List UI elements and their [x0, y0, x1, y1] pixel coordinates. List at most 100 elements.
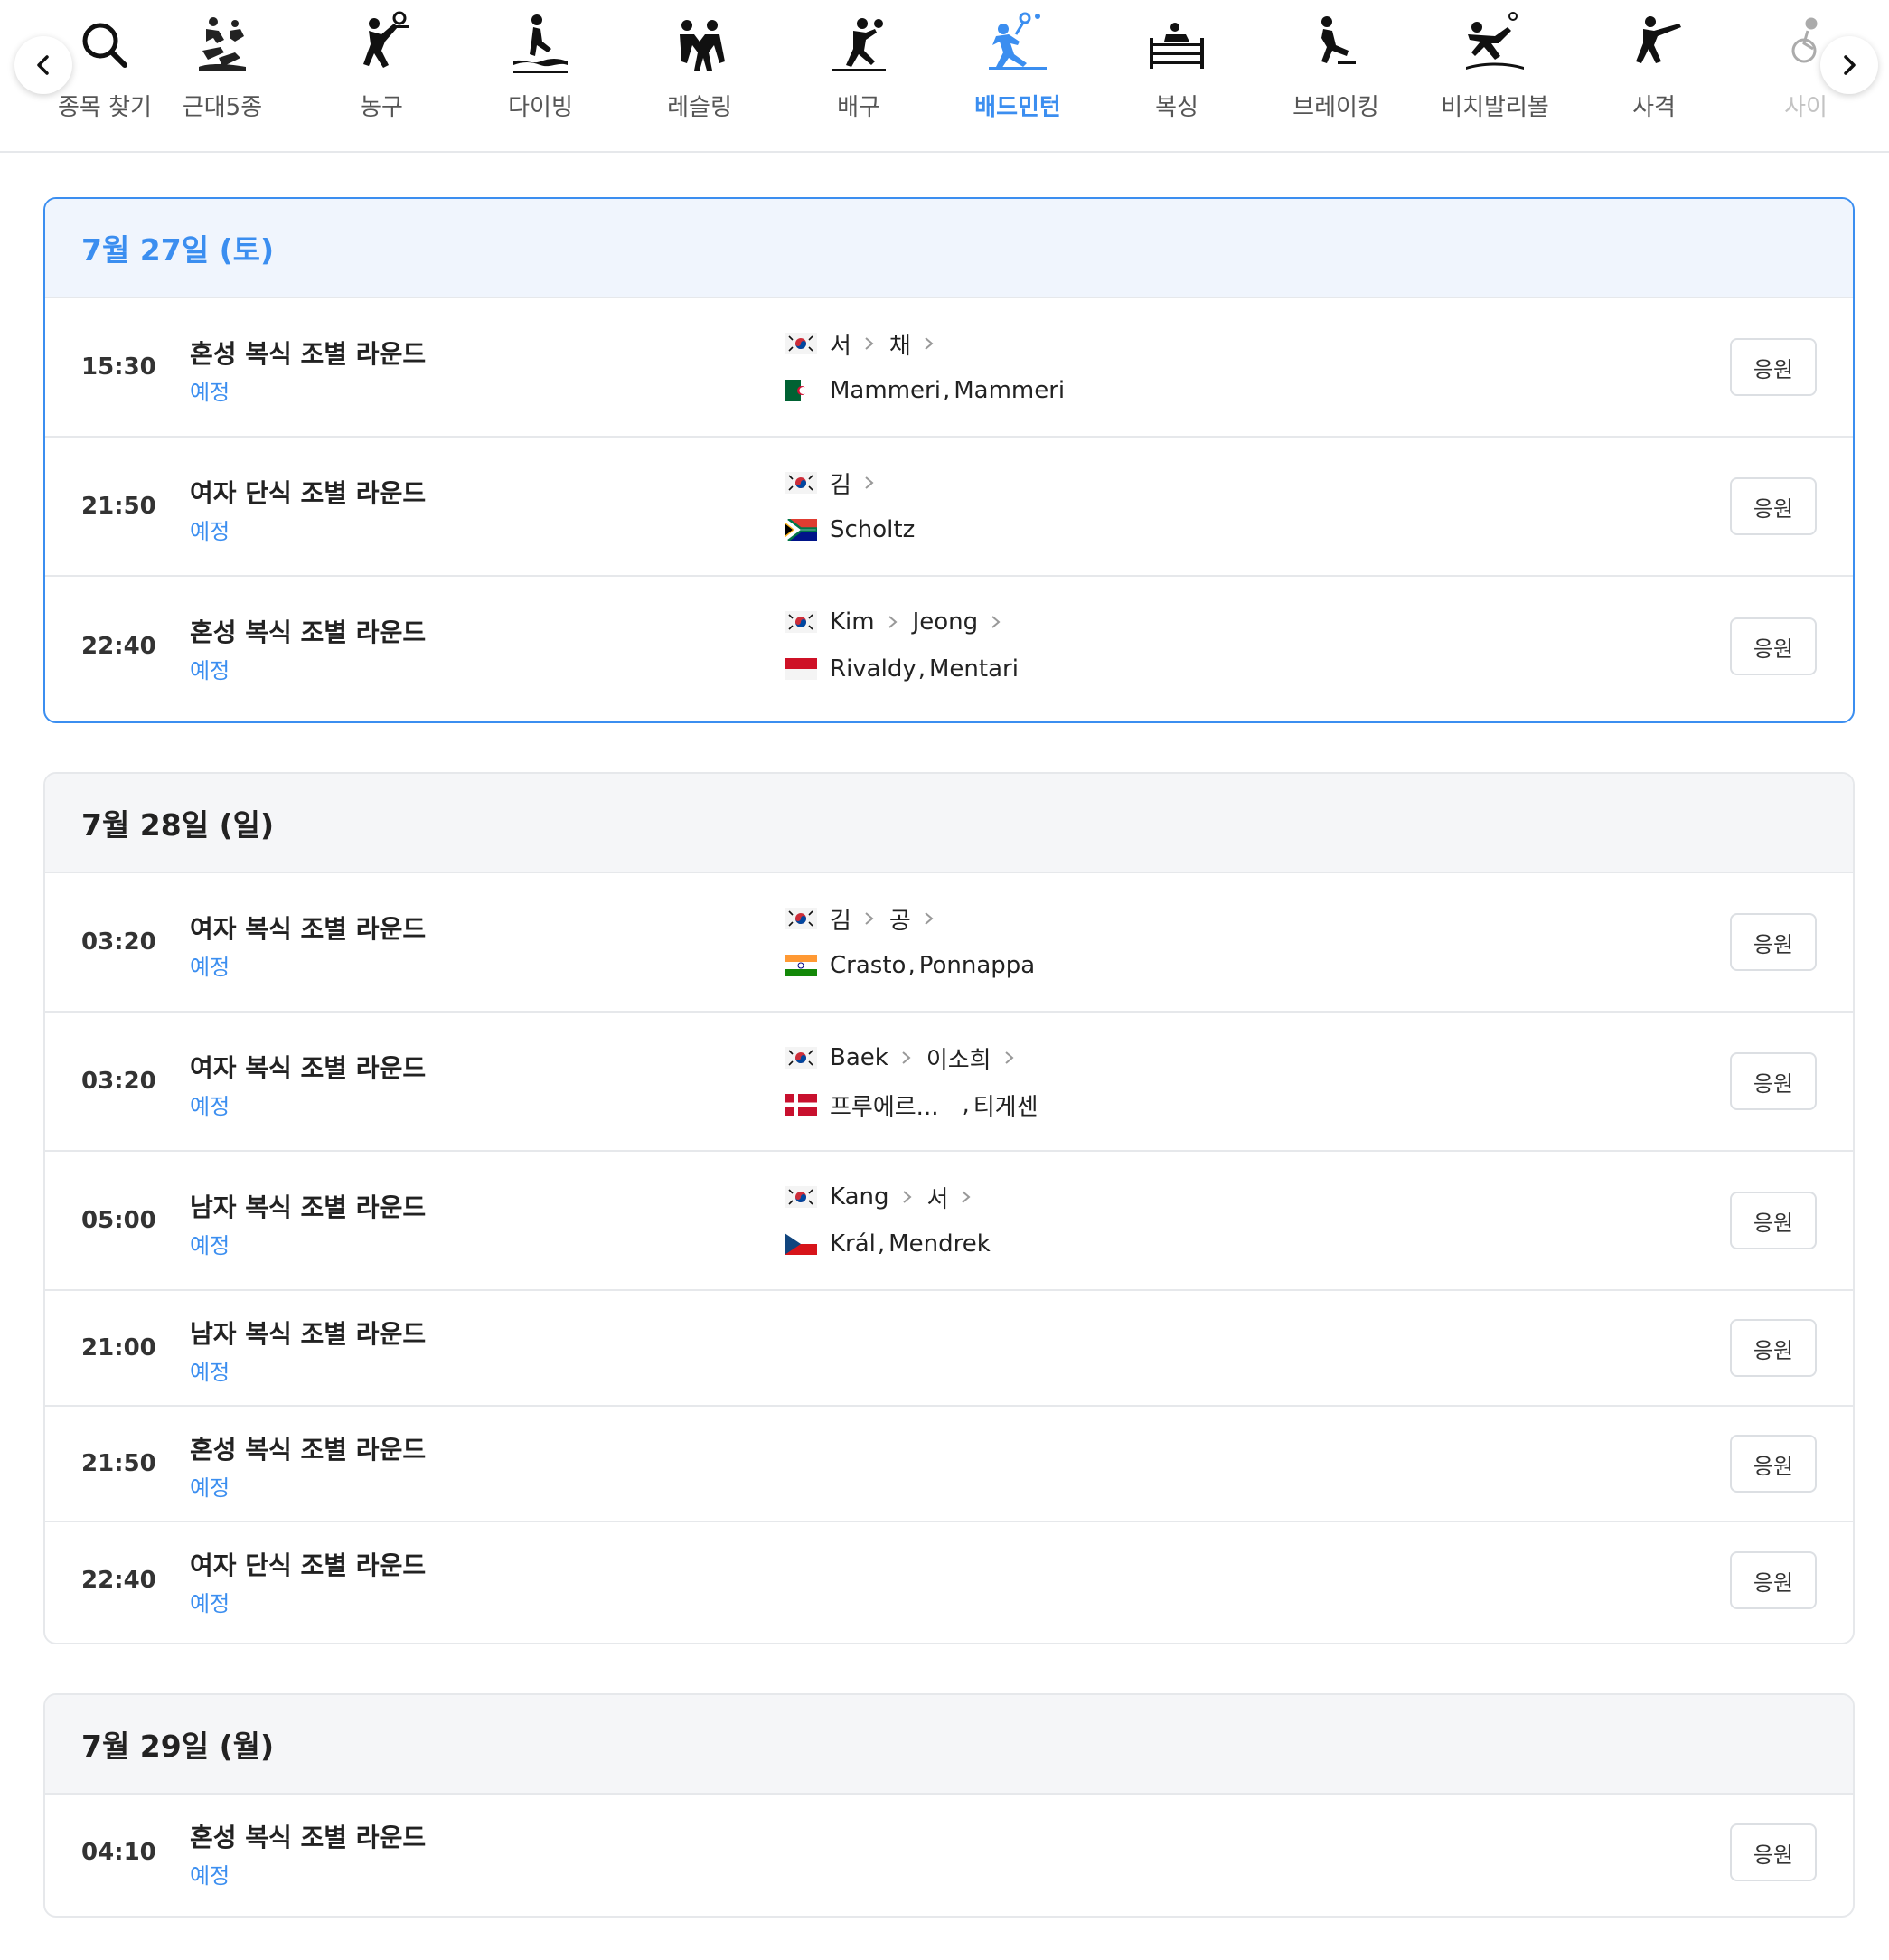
chevron-right-icon [862, 333, 877, 354]
player-name: Mendrek [888, 1230, 991, 1258]
cheer-button[interactable]: 응원 [1730, 1192, 1817, 1249]
day-header: 7월 29일 (월) [45, 1695, 1853, 1795]
match-event: 남자 복식 조별 라운드 [190, 1192, 427, 1222]
match-status: 예정 [190, 1863, 230, 1889]
nav-prev-button[interactable] [14, 36, 72, 94]
korea-flag-icon [785, 1186, 817, 1208]
player-name[interactable]: Jeong [913, 608, 979, 636]
sport-label: 복싱 [1155, 94, 1198, 121]
south-africa-flag-icon [785, 519, 817, 541]
sport-label: 근대5종 [182, 94, 263, 121]
basketball-icon [347, 11, 416, 80]
player-name[interactable]: 공 [889, 902, 911, 936]
breaking-icon [1302, 11, 1370, 80]
team-row: Crasto, Ponnappa [785, 947, 1035, 984]
player-name: Mammeri [830, 377, 941, 404]
cheer-button[interactable]: 응원 [1730, 1052, 1817, 1110]
player-name[interactable]: Kang [830, 1183, 889, 1211]
cheer-button[interactable]: 응원 [1730, 913, 1817, 971]
separator: , [942, 377, 951, 404]
boxing-icon [1142, 11, 1211, 80]
cheer-button[interactable]: 응원 [1730, 1435, 1817, 1493]
player-name[interactable]: 김 [830, 466, 851, 500]
diving-icon [506, 11, 575, 80]
match-status: 예정 [190, 955, 230, 980]
cheer-button[interactable]: 응원 [1730, 338, 1817, 396]
player-name[interactable]: 김 [830, 902, 851, 936]
sport-strip: 종목 찾기 근대5종 농구 다이빙 레슬링 배구 배드민턴 복싱 브레이킹 비치… [0, 0, 1889, 149]
team-row: Kim Jeong [785, 604, 1016, 640]
sport-item-boxing[interactable]: 복싱 [1104, 0, 1249, 149]
sport-item-volleyball[interactable]: 배구 [786, 0, 931, 149]
korea-flag-icon [785, 472, 817, 494]
match-status: 예정 [190, 380, 230, 405]
team-row: Mammeri, Mammeri [785, 372, 1065, 409]
day-title: 7월 27일 (토) [81, 232, 275, 268]
player-name[interactable]: Baek [830, 1044, 888, 1071]
cheer-button[interactable]: 응원 [1730, 617, 1817, 675]
separator: , [917, 655, 926, 683]
sport-label: 다이빙 [508, 94, 573, 121]
player-name[interactable]: 서 [927, 1181, 949, 1214]
sport-label: 비치발리볼 [1441, 94, 1549, 121]
cheer-button[interactable]: 응원 [1730, 1319, 1817, 1377]
player-name[interactable]: 이소희 [926, 1041, 991, 1075]
match-time: 22:40 [81, 633, 156, 660]
day-section: 7월 29일 (월) 04:10 혼성 복식 조별 라운드 예정 응원 [43, 1693, 1855, 1918]
chevron-right-icon [1844, 55, 1856, 75]
czech-flag-icon [785, 1233, 817, 1255]
chevron-right-icon [900, 1186, 915, 1208]
sport-item-basketball[interactable]: 농구 [309, 0, 454, 149]
team-row: Scholtz [785, 512, 915, 548]
sport-item-breaking[interactable]: 브레이킹 [1264, 0, 1408, 149]
sport-item-modern-pentathlon[interactable]: 근대5종 [150, 0, 295, 149]
cheer-button[interactable]: 응원 [1730, 1823, 1817, 1881]
wrestling-icon [665, 11, 734, 80]
sport-item-wrestling[interactable]: 레슬링 [627, 0, 772, 149]
match-status: 예정 [190, 1094, 230, 1119]
player-name: Rivaldy [830, 655, 916, 683]
algeria-flag-icon [785, 380, 817, 401]
match-time: 04:10 [81, 1839, 156, 1866]
korea-flag-icon [785, 908, 817, 929]
match-event: 여자 단식 조별 라운드 [190, 1550, 427, 1580]
player-name: 프루에르... [830, 1093, 939, 1121]
player-name[interactable]: 서 [830, 327, 851, 361]
chevron-right-icon [862, 472, 877, 494]
match-row: 05:00 남자 복식 조별 라운드 예정 Kang 서 Král, Mendr… [45, 1152, 1853, 1291]
match-row: 22:40 여자 단식 조별 라운드 예정 응원 [45, 1522, 1853, 1638]
match-event: 혼성 복식 조별 라운드 [190, 1435, 427, 1465]
day-header: 7월 28일 (일) [45, 774, 1853, 873]
sport-item-beach-volleyball[interactable]: 비치발리볼 [1423, 0, 1567, 149]
separator: , [907, 952, 916, 979]
day-section: 7월 27일 (토) 15:30 혼성 복식 조별 라운드 예정 서 채 Mam… [43, 197, 1855, 723]
chevron-left-icon [37, 55, 49, 75]
player-name[interactable]: Kim [830, 608, 875, 636]
team-row: 서 채 [785, 325, 949, 362]
player-name: Scholtz [830, 516, 916, 543]
sport-item-shooting[interactable]: 사격 [1582, 0, 1726, 149]
nav-next-button[interactable] [1820, 36, 1878, 94]
match-time: 03:20 [81, 1068, 156, 1095]
match-event: 혼성 복식 조별 라운드 [190, 617, 427, 647]
player-name: Mammeri [954, 377, 1066, 404]
match-row: 22:40 혼성 복식 조별 라운드 예정 Kim Jeong Rivaldy,… [45, 577, 1853, 716]
chevron-right-icon [899, 1047, 914, 1069]
sport-label: 사격 [1632, 94, 1676, 121]
match-event: 여자 복식 조별 라운드 [190, 914, 427, 944]
sport-item-badminton[interactable]: 배드민턴 [945, 0, 1090, 149]
chevron-right-icon [922, 908, 936, 929]
chevron-right-icon [922, 333, 936, 354]
sport-item-diving[interactable]: 다이빙 [468, 0, 613, 149]
match-time: 21:50 [81, 1450, 156, 1477]
player-name[interactable]: 채 [889, 327, 911, 361]
match-row: 03:20 여자 복식 조별 라운드 예정 Baek 이소희 프루에르..., … [45, 1013, 1853, 1152]
volleyball-icon [824, 11, 893, 80]
chevron-right-icon [1002, 1047, 1017, 1069]
sport-label: 농구 [360, 94, 403, 121]
sport-label: 사이 [1784, 94, 1828, 121]
chevron-right-icon [862, 908, 877, 929]
cheer-button[interactable]: 응원 [1730, 477, 1817, 535]
cheer-button[interactable]: 응원 [1730, 1551, 1817, 1609]
separator: , [877, 1230, 886, 1258]
